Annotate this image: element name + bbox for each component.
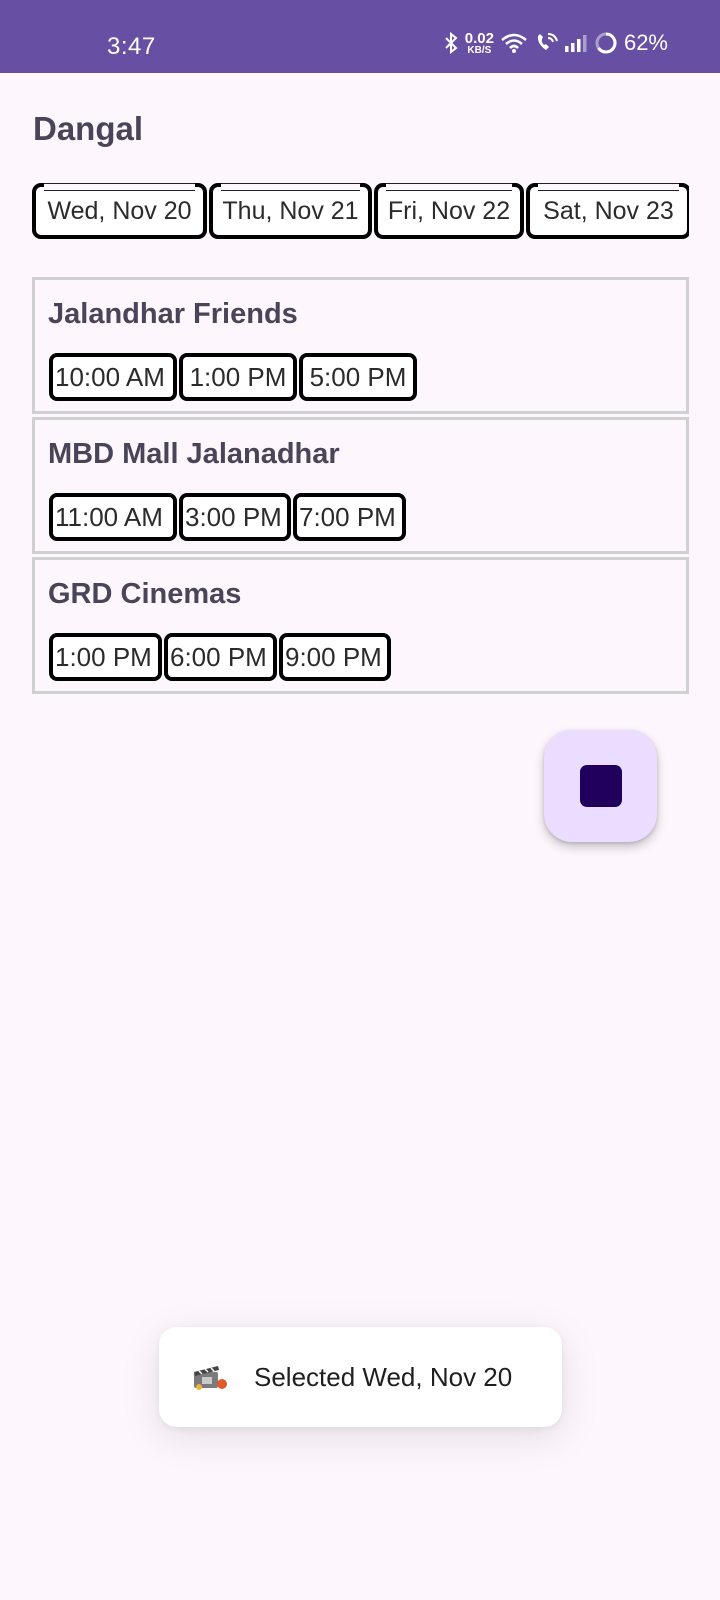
wifi-calling-icon	[534, 32, 558, 54]
date-chip[interactable]: Thu, Nov 21	[209, 183, 372, 239]
showtime-button[interactable]: 1:00 PM	[179, 353, 297, 401]
theatre-name: MBD Mall Jalanadhar	[48, 438, 340, 470]
showtime-button[interactable]: 11:00 AM	[49, 493, 177, 541]
showtime-button[interactable]: 5:00 PM	[299, 353, 417, 401]
toast-message: Selected Wed, Nov 20	[159, 1327, 562, 1427]
showtime-row: 11:00 AM 3:00 PM 7:00 PM	[49, 493, 406, 541]
theatre-name: Jalandhar Friends	[48, 298, 298, 330]
theatre-card: MBD Mall Jalanadhar 11:00 AM 3:00 PM 7:0…	[32, 417, 689, 554]
theatre-list: Jalandhar Friends 10:00 AM 1:00 PM 5:00 …	[32, 277, 689, 697]
net-speed: 0.02 KB/S	[465, 31, 494, 56]
date-selector: Wed, Nov 20 Thu, Nov 21 Fri, Nov 22 Sat,…	[32, 183, 689, 245]
showtime-button[interactable]: 7:00 PM	[293, 493, 406, 541]
stop-fab-button[interactable]	[544, 730, 657, 842]
showtime-button[interactable]: 9:00 PM	[279, 633, 391, 681]
date-chip[interactable]: Sat, Nov 23	[526, 183, 689, 239]
date-chip[interactable]: Wed, Nov 20	[32, 183, 207, 239]
bluetooth-icon	[443, 31, 459, 55]
showtime-button[interactable]: 6:00 PM	[164, 633, 277, 681]
toast-text: Selected Wed, Nov 20	[254, 1361, 513, 1392]
wifi-icon	[500, 32, 528, 54]
stop-square-icon	[579, 765, 622, 807]
showtime-button[interactable]: 1:00 PM	[49, 633, 162, 681]
status-icons: 0.02 KB/S 62%	[443, 30, 668, 56]
date-chip[interactable]: Fri, Nov 22	[374, 183, 524, 239]
battery-ring-icon	[594, 31, 618, 55]
battery-percent: 62%	[623, 30, 668, 55]
net-speed-value: 0.02	[464, 29, 494, 47]
theatre-card: Jalandhar Friends 10:00 AM 1:00 PM 5:00 …	[32, 277, 689, 414]
showtime-button[interactable]: 10:00 AM	[49, 353, 177, 401]
movie-clapper-app-icon	[191, 1362, 229, 1392]
status-bar: 3:47 0.02 KB/S 62%	[0, 0, 720, 73]
movie-title: Dangal	[33, 110, 144, 147]
status-time: 3:47	[107, 33, 156, 60]
signal-icon	[564, 33, 588, 53]
net-speed-unit: KB/S	[467, 44, 492, 56]
showtime-row: 10:00 AM 1:00 PM 5:00 PM	[49, 353, 417, 401]
theatre-card: GRD Cinemas 1:00 PM 6:00 PM 9:00 PM	[32, 557, 689, 694]
showtime-row: 1:00 PM 6:00 PM 9:00 PM	[49, 633, 391, 681]
theatre-name: GRD Cinemas	[48, 578, 242, 610]
showtime-button[interactable]: 3:00 PM	[179, 493, 291, 541]
